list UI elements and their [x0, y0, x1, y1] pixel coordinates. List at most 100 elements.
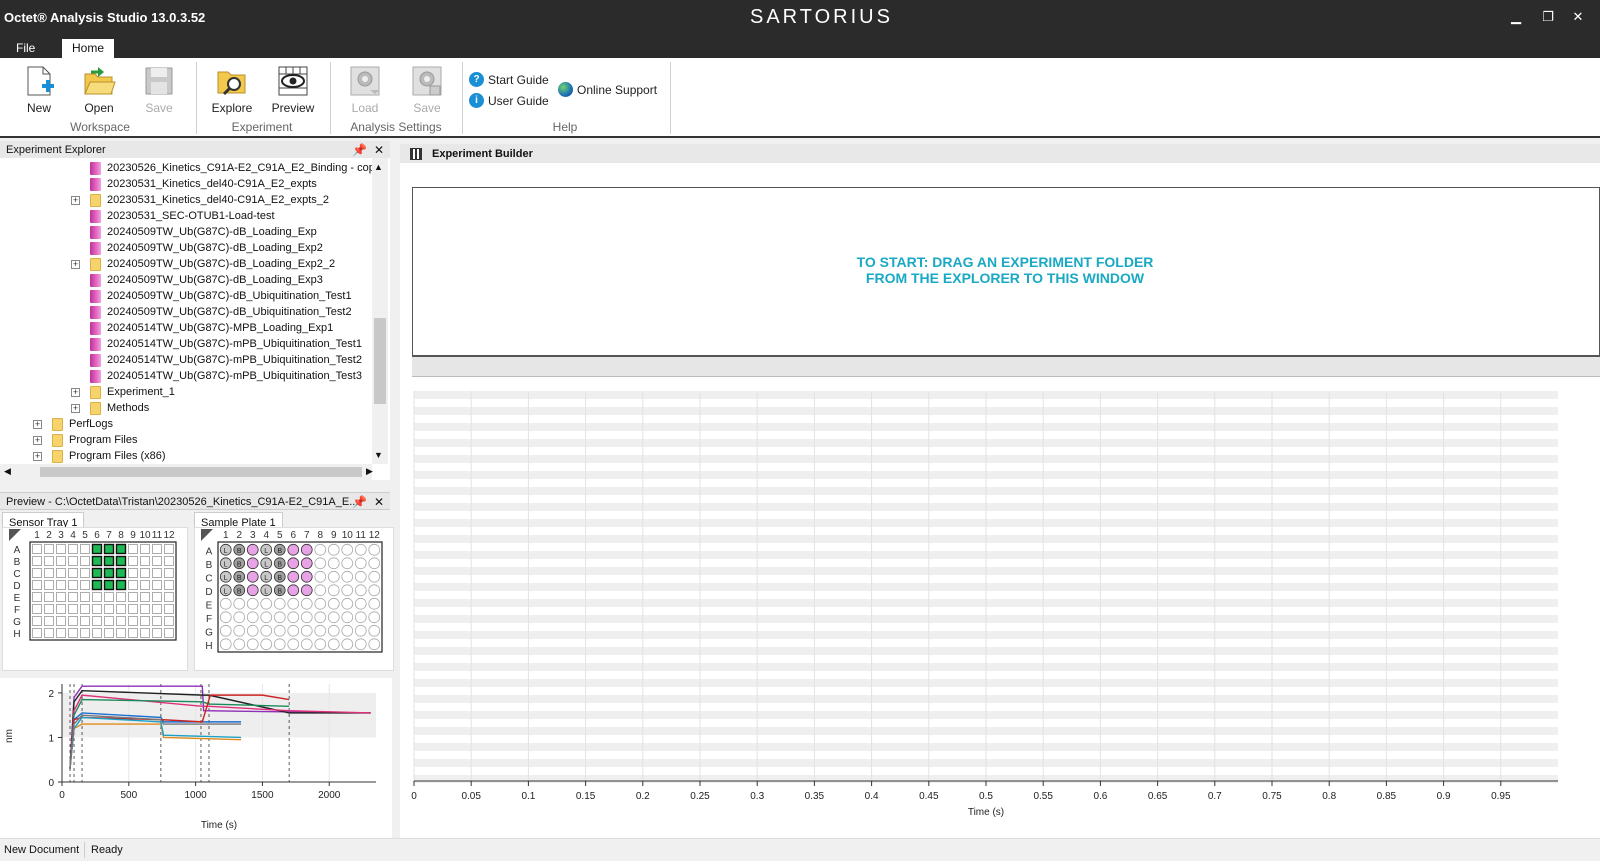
tree-experiment-item[interactable]: 20240509TW_Ub(G87C)-dB_Loading_Exp2: [90, 240, 323, 256]
user-guide-link[interactable]: i User Guide: [469, 93, 549, 108]
start-guide-link[interactable]: ? Start Guide: [469, 72, 549, 87]
scroll-thumb[interactable]: [374, 318, 386, 404]
new-button-label: New: [26, 101, 51, 115]
sensor-filled: [103, 579, 115, 591]
sensor-empty: [68, 580, 78, 590]
sensor-filled: [115, 543, 127, 555]
sample-plate-grid: 1 2 3 4 5 6 7 8 9 10 11 12ABCDEFGHL B L BL B L BL B L BL B L B: [201, 529, 383, 653]
tree-experiment-item[interactable]: 20230531_SEC-OTUB1-Load-test: [90, 208, 275, 224]
tree-experiment-item[interactable]: 20240514TW_Ub(G87C)-MPB_Loading_Exp1: [90, 320, 333, 336]
new-button[interactable]: New: [12, 62, 66, 122]
save-settings-button[interactable]: Save: [400, 62, 454, 122]
tree-folder-item[interactable]: Experiment_1: [90, 384, 175, 400]
tree-experiment-item[interactable]: 20230531_Kinetics_del40-C91A_E2_expts: [90, 176, 317, 192]
ribbon-separator: [462, 62, 463, 134]
ribbon: New Open Save Workspace Explore Preview …: [0, 58, 1600, 138]
scroll-right-icon[interactable]: ▶: [366, 466, 373, 477]
online-support-label: Online Support: [577, 82, 658, 97]
column-label: 3: [250, 530, 256, 541]
y-tick-label: 0: [48, 778, 54, 789]
sample-well-filled: [246, 543, 259, 556]
tree-experiment-item[interactable]: 20240509TW_Ub(G87C)-dB_Loading_Exp: [90, 224, 317, 240]
expand-icon[interactable]: +: [71, 388, 80, 397]
preview-button[interactable]: Preview: [266, 62, 320, 122]
tree-folder-item[interactable]: Methods: [90, 400, 149, 416]
tree-folder-item[interactable]: 20240509TW_Ub(G87C)-dB_Loading_Exp2_2: [90, 256, 335, 272]
close-window-button[interactable]: ✕: [1570, 9, 1586, 25]
menu-tab-file[interactable]: File: [6, 39, 45, 58]
workspace-save-button[interactable]: Save: [132, 62, 186, 122]
sample-well-empty: [368, 611, 381, 624]
expand-icon[interactable]: +: [33, 452, 42, 461]
experiment-explorer-header: Experiment Explorer 📌 ✕: [0, 141, 390, 159]
tree-experiment-item[interactable]: 20240509TW_Ub(G87C)-dB_Ubiquitination_Te…: [90, 304, 352, 320]
expand-icon[interactable]: +: [71, 196, 80, 205]
tree-folder-item[interactable]: Program Files (x86): [52, 448, 166, 464]
sample-well-filled: [287, 557, 300, 570]
tree-item-label: 20240514TW_Ub(G87C)-mPB_Ubiquitination_T…: [107, 338, 362, 350]
x-axis-label: Time (s): [201, 820, 237, 831]
open-folder-icon: [82, 64, 116, 98]
sample-well-empty: [233, 597, 246, 610]
sensor-empty: [80, 604, 90, 614]
experiment-folder-icon: [90, 353, 101, 367]
tree-experiment-item[interactable]: 20240514TW_Ub(G87C)-mPB_Ubiquitination_T…: [90, 352, 362, 368]
sensor-filled: [115, 567, 127, 579]
sample-well-empty: [219, 597, 232, 610]
scroll-down-icon[interactable]: ▼: [374, 450, 383, 460]
well-code-label: L: [264, 548, 268, 555]
close-icon[interactable]: ✕: [374, 495, 384, 509]
x-tick-label: 1000: [184, 790, 207, 801]
expand-icon[interactable]: +: [33, 436, 42, 445]
tree-folder-item[interactable]: Program Files: [52, 432, 137, 448]
pin-icon[interactable]: 📌: [352, 143, 367, 157]
sensor-empty: [140, 616, 150, 626]
horizontal-scroll-thumb[interactable]: [40, 467, 362, 477]
column-label: 5: [82, 530, 88, 541]
minimize-button[interactable]: ▁: [1508, 9, 1524, 25]
sample-well-empty: [287, 624, 300, 637]
sensor-empty: [164, 556, 174, 566]
online-support-link[interactable]: Online Support: [558, 82, 657, 97]
column-label: 3: [58, 530, 64, 541]
load-settings-button[interactable]: Load: [338, 62, 392, 122]
sample-well-empty: [368, 570, 381, 583]
sample-well-empty: [314, 638, 327, 651]
open-button[interactable]: Open: [72, 62, 126, 122]
sample-well-empty: [354, 597, 367, 610]
sensor-empty: [32, 544, 42, 554]
sample-well-empty: [233, 611, 246, 624]
tree-experiment-item[interactable]: 20240514TW_Ub(G87C)-mPB_Ubiquitination_T…: [90, 368, 362, 384]
explorer-horizontal-scrollbar[interactable]: ◀ ▶: [0, 464, 373, 480]
pin-icon[interactable]: 📌: [352, 495, 367, 509]
tree-item-label: Program Files (x86): [69, 450, 166, 462]
x-tick-label: 0.35: [805, 791, 825, 802]
explorer-vertical-scrollbar[interactable]: ▲ ▼: [372, 158, 388, 464]
menu-tab-home[interactable]: Home: [62, 39, 115, 58]
sensor-empty: [80, 628, 90, 638]
scroll-left-icon[interactable]: ◀: [4, 466, 11, 477]
sample-well-empty: [354, 584, 367, 597]
restore-button[interactable]: ❐: [1540, 9, 1556, 25]
corner-icon: [9, 529, 21, 541]
tree-folder-item[interactable]: 20230531_Kinetics_del40-C91A_E2_expts_2: [90, 192, 329, 208]
experiment-explorer-title: Experiment Explorer: [6, 144, 106, 156]
tree-experiment-item[interactable]: 20240509TW_Ub(G87C)-dB_Loading_Exp3: [90, 272, 323, 288]
expand-icon[interactable]: +: [33, 420, 42, 429]
scroll-up-icon[interactable]: ▲: [374, 162, 383, 172]
explore-button[interactable]: Explore: [205, 62, 259, 122]
expand-icon[interactable]: +: [71, 260, 80, 269]
sensor-empty: [56, 580, 66, 590]
sensor-empty: [104, 628, 114, 638]
tree-experiment-item[interactable]: 20240509TW_Ub(G87C)-dB_Ubiquitination_Te…: [90, 288, 352, 304]
tree-experiment-item[interactable]: 20240514TW_Ub(G87C)-mPB_Ubiquitination_T…: [90, 336, 362, 352]
sensor-filled: [115, 555, 127, 567]
tree-experiment-item[interactable]: 20230526_Kinetics_C91A-E2_C91A_E2_Bindin…: [90, 160, 380, 176]
x-tick-label: 0.9: [1437, 791, 1451, 802]
column-label: 7: [304, 530, 310, 541]
expand-icon[interactable]: +: [71, 404, 80, 413]
sensor-empty: [44, 604, 54, 614]
preview-chart-panel: 0 500 1000 1500 2000 0 1 2 Time (s) nm: [0, 678, 392, 838]
tree-folder-item[interactable]: PerfLogs: [52, 416, 113, 432]
close-icon[interactable]: ✕: [374, 143, 384, 157]
